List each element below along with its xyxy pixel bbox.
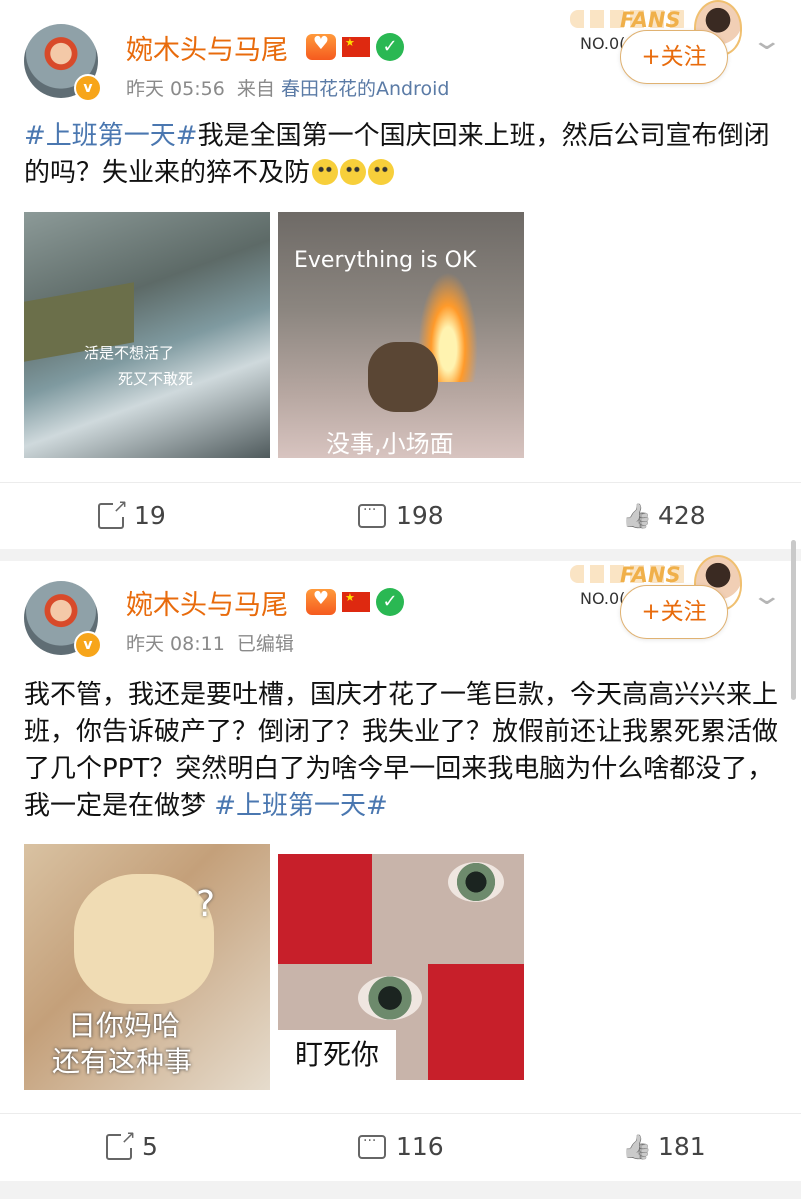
follow-button[interactable]: +关注 [620,585,728,639]
fans-label: FANS [620,8,681,32]
edited-label: 已编辑 [236,633,294,655]
comment-icon [358,502,386,528]
post-time: 昨天 08:11 [126,633,225,655]
image-caption: 没事,小场面 [326,430,454,458]
fans-number: NO.0( [580,589,626,608]
weibo-post: v 婉木头与马尾 ✓ 昨天 05:56 来自 春田花花的Android FANS… [0,0,801,549]
like-count: 181 [658,1132,706,1161]
dog-shape [368,342,438,412]
image-caption: Everything is OK [294,248,477,273]
eye-shape [448,862,504,902]
scrollbar[interactable] [791,540,796,700]
post-image-cliff[interactable]: 活是不想活了 死又不敢死 [24,212,270,458]
like-icon [622,503,648,529]
like-button[interactable]: 428 [622,501,706,530]
share-icon [98,495,128,529]
comment-button[interactable]: 198 [358,501,444,530]
post-meta: 昨天 05:56 来自 春田花花的Android [126,74,449,101]
like-button[interactable]: 181 [622,1132,706,1161]
fans-number: NO.0( [580,34,626,53]
follow-button[interactable]: +关注 [620,30,728,84]
china-flag-icon [342,36,370,57]
cat-face-shape [74,874,214,1004]
post-text: #上班第一天#我是全国第一个国庆回来上班，然后公司宣布倒闭的吗？失业来的猝不及防 [24,118,780,192]
like-count: 428 [658,501,706,530]
image-caption: 盯死你 [278,1030,396,1080]
vip-badge-icon [306,26,336,62]
comment-count: 198 [396,501,444,530]
post-meta: 昨天 08:11 已编辑 [126,629,294,656]
chevron-down-icon[interactable]: ⌄ [751,26,784,56]
action-bar: 5 116 181 [0,1113,801,1182]
verified-check-icon: ✓ [376,588,404,616]
smile-emoji-icon [368,159,395,185]
verified-check-icon: ✓ [376,33,404,61]
username[interactable]: 婉木头与马尾 [126,583,288,622]
post-divider [0,1181,801,1199]
cherry-panel [278,854,372,964]
comment-icon [358,1133,386,1159]
post-time: 昨天 05:56 [126,78,225,100]
hashtag-link[interactable]: #上班第一天# [24,121,198,151]
smile-emoji-icon [312,159,339,185]
username[interactable]: 婉木头与马尾 [126,28,288,67]
share-icon [106,1126,136,1160]
post-divider [0,549,801,561]
share-button[interactable]: 5 [106,1126,158,1161]
image-caption: 活是不想活了 [84,344,175,362]
image-caption: 还有这种事 [52,1045,193,1078]
user-badges: ✓ [306,26,404,62]
source-prefix: 来自 [236,78,275,100]
action-bar: 19 198 428 [0,482,801,551]
share-count: 19 [134,501,166,530]
question-mark: ? [196,884,216,925]
image-caption: 死又不敢死 [118,370,194,388]
eye-shape [358,976,422,1020]
share-button[interactable]: 19 [98,495,166,530]
post-source[interactable]: 春田花花的Android [281,78,449,100]
post-image-fire[interactable]: Everything is OK 没事,小场面 [278,212,524,458]
image-caption: 日你妈哈 [68,1009,181,1042]
comment-count: 116 [396,1132,444,1161]
chevron-down-icon[interactable]: ⌄ [751,581,784,611]
china-flag-icon [342,591,370,612]
verified-badge-icon: v [74,631,102,659]
hashtag-link[interactable]: #上班第一天# [214,791,388,821]
weibo-post: v 婉木头与马尾 ✓ 昨天 08:11 已编辑 FANS NO.0( +关注 ⌄… [0,555,801,1182]
cherry-panel [428,964,524,1080]
like-icon [622,1134,648,1160]
post-body: 我不管，我还是要吐槽，国庆才花了一笔巨款，今天高高兴兴来上班，你告诉破产了？倒闭… [24,680,779,821]
fans-label: FANS [620,563,681,587]
post-image-cat[interactable]: ? 日你妈哈 还有这种事 [24,844,270,1090]
vip-badge-icon [306,581,336,617]
smile-emoji-icon [340,159,367,185]
comment-button[interactable]: 116 [358,1132,444,1161]
verified-badge-icon: v [74,74,102,102]
post-text: 我不管，我还是要吐槽，国庆才花了一笔巨款，今天高高兴兴来上班，你告诉破产了？倒闭… [24,677,780,825]
user-badges: ✓ [306,581,404,617]
post-image-eyes[interactable]: 盯死你 [278,854,524,1080]
share-count: 5 [142,1132,158,1161]
